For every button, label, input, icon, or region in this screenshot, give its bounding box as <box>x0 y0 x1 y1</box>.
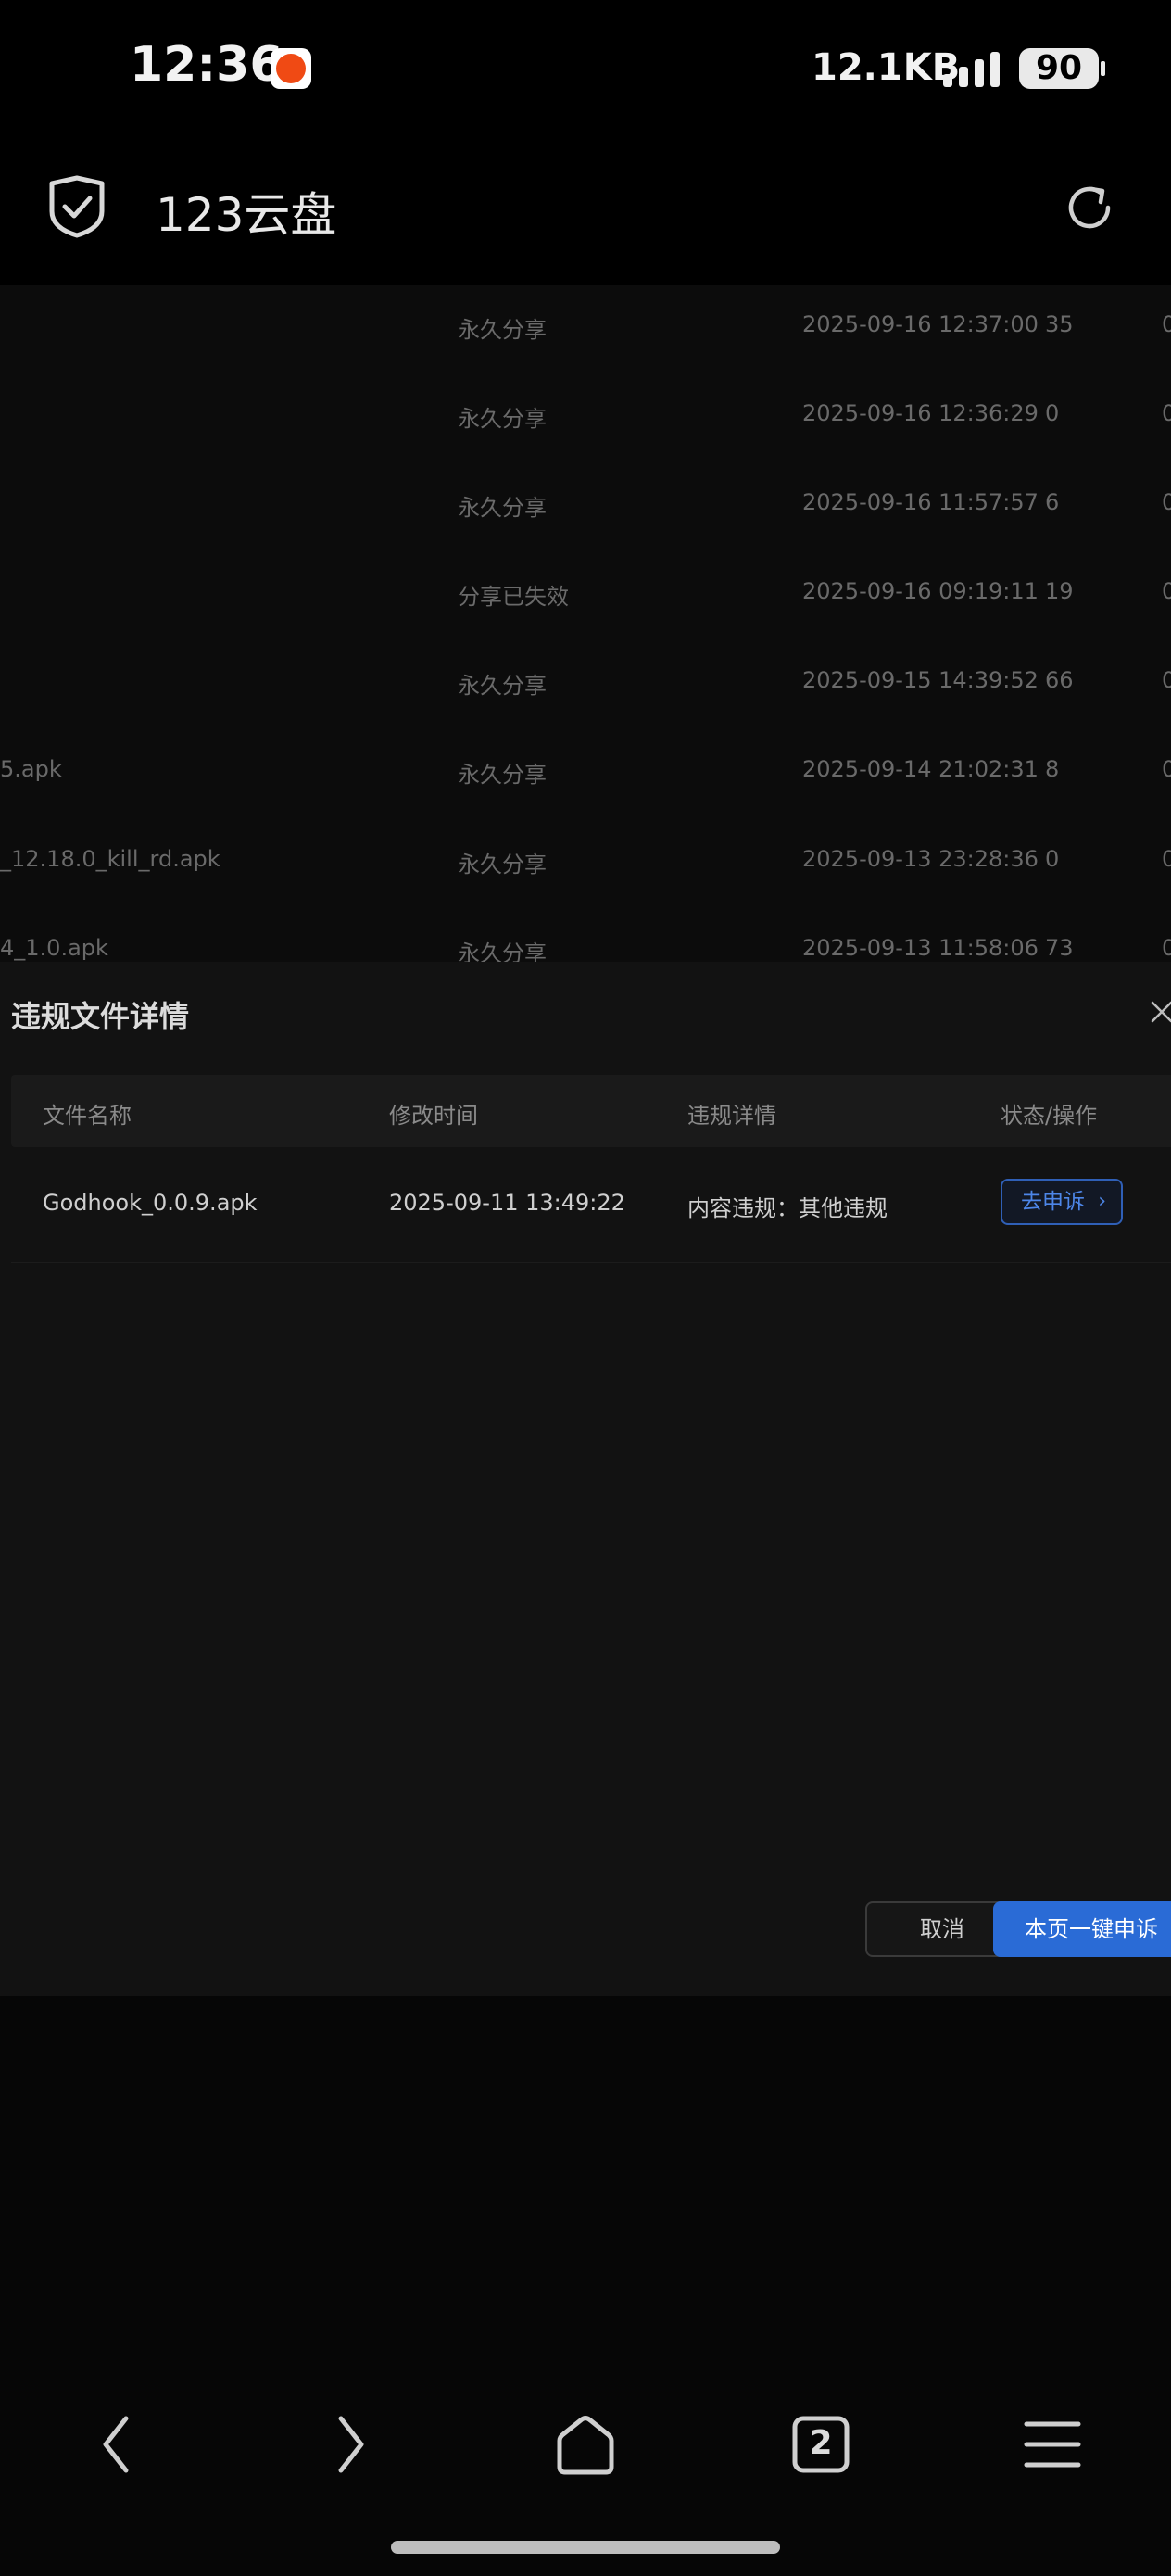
file-name: 5.apk <box>0 756 62 782</box>
share-time: 2025-09-16 11:57:57 <box>802 489 1039 515</box>
signal-icon <box>943 50 1002 87</box>
table-row[interactable]: 分享已失效 2025-09-16 09:19:11 19 0 <box>0 552 1171 641</box>
download-count: 0 <box>1162 578 1171 604</box>
download-count: 0 <box>1162 935 1171 961</box>
chevron-right-icon: › <box>1098 1190 1106 1213</box>
download-count: 0 <box>1162 400 1171 426</box>
download-count: 0 <box>1162 667 1171 693</box>
table-row[interactable]: 4_1.0.apk 永久分享 2025-09-13 11:58:06 73 0 <box>0 909 1171 962</box>
forward-icon[interactable] <box>313 2407 387 2481</box>
view-count: 19 <box>1045 578 1074 604</box>
app-bar: 123云盘 <box>0 139 1171 285</box>
view-count: 0 <box>1045 400 1060 426</box>
table-row: Godhook_0.0.9.apk 2025-09-11 13:49:22 内容… <box>11 1147 1171 1263</box>
table-row[interactable]: 5.apk 永久分享 2025-09-14 21:02:31 8 0 <box>0 730 1171 819</box>
share-status: 永久分享 <box>458 941 547 962</box>
share-time: 2025-09-13 23:28:36 <box>802 846 1039 872</box>
file-name: Godhook_0.0.9.apk <box>43 1190 258 1216</box>
table-header: 文件名称 修改时间 违规详情 状态/操作 <box>11 1075 1171 1147</box>
share-status: 永久分享 <box>458 317 547 343</box>
column-header-file-name: 文件名称 <box>43 1103 132 1129</box>
column-header-modified-time: 修改时间 <box>389 1103 478 1129</box>
share-time: 2025-09-16 12:36:29 <box>802 400 1039 426</box>
table-row[interactable]: _12.18.0_kill_rd.apk 永久分享 2025-09-13 23:… <box>0 820 1171 909</box>
status-time: 12:36 <box>130 37 283 93</box>
home-icon[interactable] <box>548 2407 623 2481</box>
app-title: 123云盘 <box>156 188 337 242</box>
share-time: 2025-09-16 12:37:00 <box>802 311 1039 337</box>
share-time: 2025-09-16 09:19:11 <box>802 578 1039 604</box>
table-row[interactable]: 永久分享 2025-09-16 12:37:00 35 0 <box>0 285 1171 374</box>
appeal-button-label: 去申诉 <box>1021 1190 1085 1214</box>
back-icon[interactable] <box>80 2407 154 2481</box>
download-count: 0 <box>1162 311 1171 337</box>
battery-level: 90 <box>1019 48 1099 89</box>
refresh-icon[interactable] <box>1060 178 1119 237</box>
close-icon[interactable] <box>1147 997 1171 1027</box>
bottom-nav: 2 <box>0 2372 1171 2520</box>
notification-app-icon <box>271 48 311 89</box>
tab-count: 2 <box>809 2424 833 2462</box>
share-time: 2025-09-14 21:02:31 <box>802 756 1039 782</box>
table-row[interactable]: 永久分享 2025-09-16 12:36:29 0 0 <box>0 374 1171 463</box>
download-count: 0 <box>1162 489 1171 515</box>
column-header-violation: 违规详情 <box>687 1103 776 1129</box>
dialog-title: 违规文件详情 <box>11 999 190 1034</box>
view-count: 66 <box>1045 667 1074 693</box>
violation-detail: 内容违规：其他违规 <box>687 1195 888 1221</box>
view-count: 73 <box>1045 935 1074 961</box>
file-name: _12.18.0_kill_rd.apk <box>0 846 220 872</box>
screen: 12:36 12.1KB 90 123云盘 永久分享 2025-09-16 12… <box>0 0 1171 2576</box>
table-row[interactable]: 永久分享 2025-09-15 14:39:52 66 0 <box>0 641 1171 730</box>
network-speed: 12.1KB <box>812 46 961 89</box>
share-status: 永久分享 <box>458 406 547 432</box>
share-list: 永久分享 2025-09-16 12:37:00 35 0 永久分享 2025-… <box>0 285 1171 962</box>
view-count: 6 <box>1045 489 1060 515</box>
menu-icon[interactable] <box>1015 2407 1089 2481</box>
appeal-button[interactable]: 去申诉 › <box>1001 1179 1123 1225</box>
share-status: 分享已失效 <box>458 584 569 610</box>
download-count: 0 <box>1162 846 1171 872</box>
file-name: 4_1.0.apk <box>0 935 108 961</box>
shield-check-icon[interactable] <box>46 174 107 239</box>
column-header-status-action: 状态/操作 <box>1001 1103 1098 1129</box>
share-status: 永久分享 <box>458 852 547 878</box>
violation-details-dialog: 违规文件详情 文件名称 修改时间 违规详情 状态/操作 Godhook_0.0.… <box>0 962 1171 1996</box>
share-status: 永久分享 <box>458 495 547 521</box>
view-count: 0 <box>1045 846 1060 872</box>
modified-time: 2025-09-11 13:49:22 <box>389 1190 625 1216</box>
share-time: 2025-09-15 14:39:52 <box>802 667 1039 693</box>
battery-icon <box>1101 61 1105 76</box>
table-row[interactable]: 永久分享 2025-09-16 11:57:57 6 0 <box>0 463 1171 552</box>
view-count: 8 <box>1045 756 1060 782</box>
view-count: 35 <box>1045 311 1074 337</box>
status-bar: 12:36 12.1KB 90 <box>0 0 1171 139</box>
tabs-button[interactable]: 2 <box>784 2407 858 2481</box>
home-indicator[interactable] <box>391 2541 780 2554</box>
download-count: 0 <box>1162 756 1171 782</box>
share-status: 永久分享 <box>458 762 547 788</box>
share-time: 2025-09-13 11:58:06 <box>802 935 1039 961</box>
appeal-all-button[interactable]: 本页一键申诉 <box>993 1901 1171 1957</box>
share-status: 永久分享 <box>458 673 547 699</box>
